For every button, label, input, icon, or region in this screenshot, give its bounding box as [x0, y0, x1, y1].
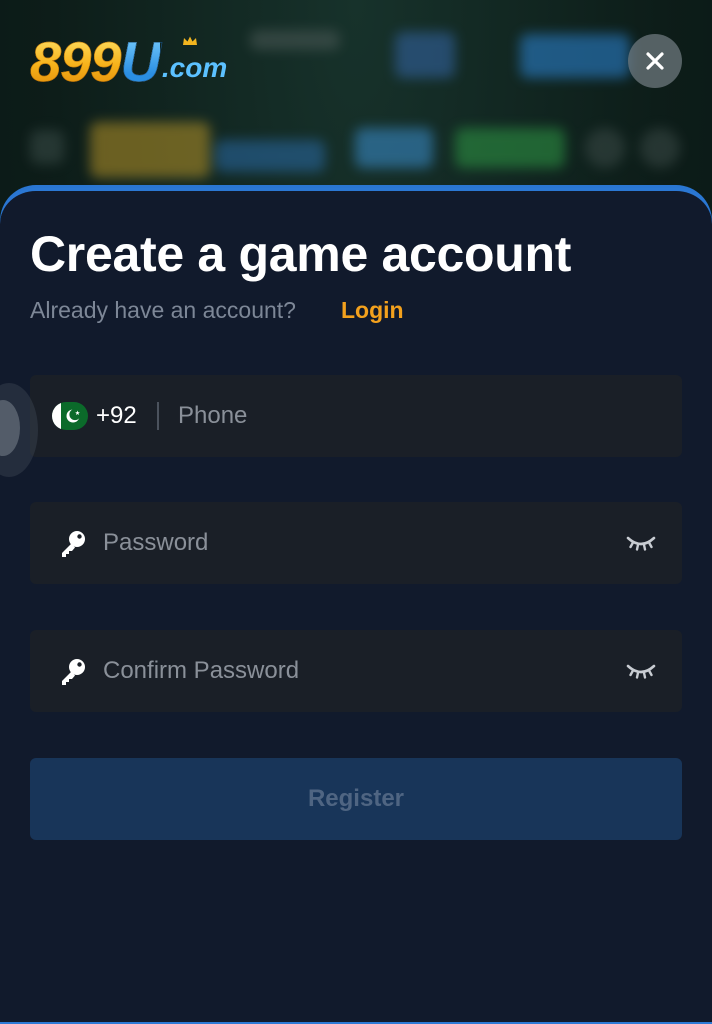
password-field[interactable]	[30, 502, 682, 584]
login-prompt-text: Already have an account?	[30, 297, 296, 323]
logo-wordmark: 899U	[30, 30, 161, 93]
close-button[interactable]	[628, 34, 682, 88]
login-link[interactable]: Login	[341, 295, 404, 325]
register-sheet: Create a game account Already have an ac…	[0, 188, 712, 1024]
confirm-password-field[interactable]	[30, 630, 682, 712]
password-input[interactable]	[103, 526, 603, 560]
key-icon	[62, 659, 85, 685]
bg-element	[30, 130, 64, 164]
phone-field[interactable]: +92	[30, 375, 682, 457]
crown-icon	[182, 36, 197, 45]
field-divider	[157, 402, 159, 430]
country-code[interactable]: +92	[96, 401, 137, 431]
bg-element	[395, 32, 455, 78]
eye-closed-icon[interactable]	[626, 533, 656, 553]
close-icon	[646, 52, 664, 70]
confirm-password-input[interactable]	[103, 654, 603, 688]
logo-domain: .com	[162, 36, 227, 86]
register-button[interactable]: Register	[30, 758, 682, 840]
bg-element	[250, 30, 340, 50]
eye-closed-icon[interactable]	[626, 661, 656, 681]
bg-element	[640, 128, 680, 168]
app-screen: 899U .com Create a game account Already …	[0, 0, 712, 1024]
bg-element	[520, 34, 630, 78]
bg-element	[90, 122, 210, 178]
bg-element	[355, 128, 433, 168]
bg-element	[455, 128, 565, 168]
key-icon	[62, 531, 85, 557]
page-title: Create a game account	[30, 226, 572, 282]
phone-input[interactable]	[178, 399, 658, 433]
bg-element	[215, 140, 325, 172]
pakistan-flag-icon[interactable]	[52, 402, 88, 430]
bg-element	[585, 128, 625, 168]
brand-logo: 899U .com	[30, 28, 228, 93]
